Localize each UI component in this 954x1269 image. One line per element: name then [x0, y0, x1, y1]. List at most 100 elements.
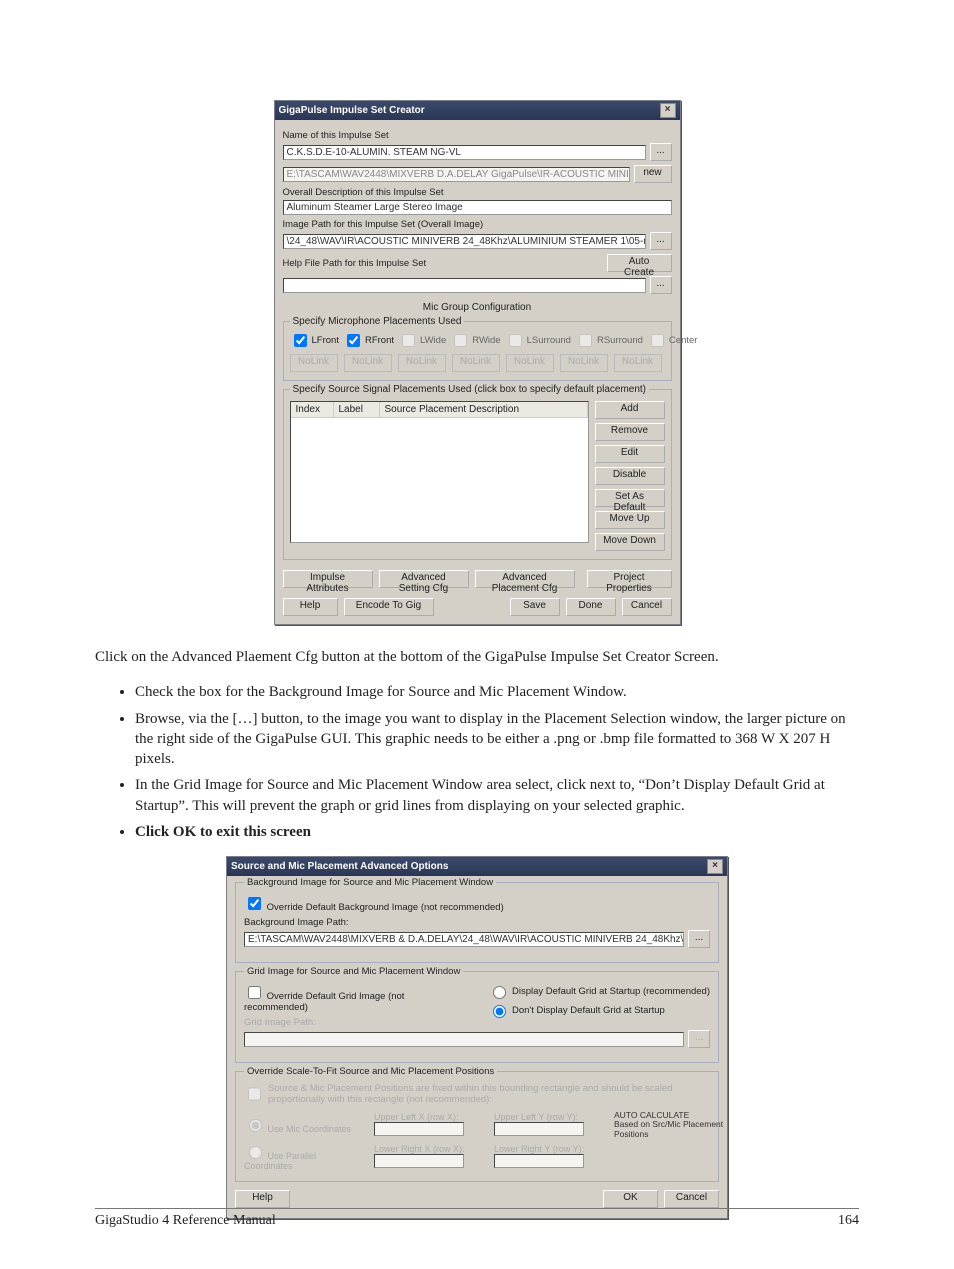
bg-path-label: Background Image Path: [244, 917, 710, 928]
body-text: Click on the Advanced Plaement Cfg butto… [95, 647, 859, 842]
dialog-title: Source and Mic Placement Advanced Option… [231, 861, 448, 872]
done-button[interactable]: Done [566, 598, 616, 616]
grid-path-field [244, 1032, 684, 1047]
auto-create-button[interactable]: Auto Create [607, 254, 672, 272]
cancel-button[interactable]: Cancel [664, 1190, 719, 1208]
check-lwide: LWide [398, 331, 446, 350]
bg-image-group: Background Image for Source and Mic Plac… [235, 882, 719, 963]
display-grid-radio[interactable]: Display Default Grid at Startup (recomme… [488, 983, 710, 999]
browse-button[interactable]: ... [650, 143, 672, 161]
override-grid-checkbox[interactable]: Override Default Grid Image (not recomme… [244, 991, 404, 1013]
list-item: Browse, via the […] button, to the image… [135, 709, 859, 770]
ulx-label: Upper Left X (row X): [374, 1112, 484, 1122]
check-center: Center [647, 331, 698, 350]
override-bg-checkbox[interactable]: Override Default Background Image (not r… [244, 902, 504, 913]
advanced-options-dialog: Source and Mic Placement Advanced Option… [226, 856, 728, 1219]
nolink-button: NoLink [398, 354, 446, 372]
adv-placement-button[interactable]: Advanced Placement Cfg [475, 570, 575, 588]
disable-button[interactable]: Disable [595, 467, 665, 485]
grid-image-legend: Grid Image for Source and Mic Placement … [244, 966, 463, 977]
bg-path-field[interactable]: E:\TASCAM\WAV2448\MIXVERB & D.A.DELAY\24… [244, 932, 684, 947]
add-button[interactable]: Add [595, 401, 665, 419]
lrx-field [374, 1154, 464, 1168]
cancel-button[interactable]: Cancel [622, 598, 672, 616]
close-icon[interactable]: × [707, 859, 723, 874]
ok-button[interactable]: OK [603, 1190, 658, 1208]
lry-field [494, 1154, 584, 1168]
nolink-button: NoLink [560, 354, 608, 372]
close-icon[interactable]: × [660, 103, 676, 118]
mic-group-title: Mic Group Configuration [283, 302, 672, 313]
titlebar: Source and Mic Placement Advanced Option… [227, 857, 727, 876]
col-index: Index [291, 402, 334, 417]
save-button[interactable]: Save [510, 598, 560, 616]
help-button[interactable]: Help [283, 598, 338, 616]
nolink-button: NoLink [452, 354, 500, 372]
nolink-button: NoLink [614, 354, 662, 372]
image-path-field[interactable]: \24_48\WAV\IR\ACOUSTIC MINIVERB 24_48Khz… [283, 234, 646, 249]
list-item: Click OK to exit this screen [135, 822, 859, 842]
col-desc: Source Placement Description [380, 402, 588, 417]
placement-table[interactable]: Index Label Source Placement Description [290, 401, 589, 543]
check-rfront[interactable]: RFront [343, 331, 394, 350]
image-browse-button[interactable]: ... [650, 232, 672, 250]
help-path-field[interactable] [283, 278, 646, 293]
col-label: Label [334, 402, 380, 417]
list-item: Check the box for the Background Image f… [135, 682, 859, 702]
grid-image-group: Grid Image for Source and Mic Placement … [235, 971, 719, 1063]
check-lfront[interactable]: LFront [290, 331, 339, 350]
footer-title: GigaStudio 4 Reference Manual [95, 1213, 276, 1229]
help-path-label: Help File Path for this Impulse Set [283, 258, 603, 269]
titlebar: GigaPulse Impulse Set Creator × [275, 101, 680, 120]
new-button[interactable]: new [634, 165, 672, 183]
move-down-button[interactable]: Move Down [595, 533, 665, 551]
dialog-title: GigaPulse Impulse Set Creator [279, 105, 425, 116]
help-button[interactable]: Help [235, 1190, 290, 1208]
set-default-button[interactable]: Set As Default [595, 489, 665, 507]
source-placement-group: Specify Source Signal Placements Used (c… [283, 389, 672, 560]
encode-button[interactable]: Encode To Gig [344, 598, 434, 616]
scale-override-checkbox: Source & Mic Placement Positions are fix… [244, 1083, 710, 1105]
impulse-set-creator-dialog: GigaPulse Impulse Set Creator × Name of … [274, 100, 681, 625]
scale-override-legend: Override Scale-To-Fit Source and Mic Pla… [244, 1066, 497, 1077]
page-footer: GigaStudio 4 Reference Manual 164 [95, 1208, 859, 1229]
bg-image-legend: Background Image for Source and Mic Plac… [244, 877, 496, 888]
mic-placement-legend: Specify Microphone Placements Used [290, 316, 465, 327]
check-rwide: RWide [450, 331, 500, 350]
name-field[interactable]: C.K.S.D.E-10-ALUMIN. STEAM NG-VL [283, 145, 646, 160]
use-mic-coord-radio: Use Mic Coordinates [244, 1116, 364, 1134]
scale-override-group: Override Scale-To-Fit Source and Mic Pla… [235, 1071, 719, 1182]
auto-calc-hint: Based on Src/Mic Placement Positions [614, 1120, 724, 1139]
mic-placement-group: Specify Microphone Placements Used LFron… [283, 321, 672, 381]
page-number: 164 [838, 1213, 859, 1229]
desc-field[interactable]: Aluminum Steamer Large Stereo Image [283, 200, 672, 215]
grid-path-label: Grid Image Path: [244, 1017, 458, 1028]
list-item: In the Grid Image for Source and Mic Pla… [135, 775, 859, 816]
project-props-button[interactable]: Project Properties [587, 570, 672, 588]
source-placement-legend: Specify Source Signal Placements Used (c… [290, 384, 650, 395]
remove-button[interactable]: Remove [595, 423, 665, 441]
paragraph: Click on the Advanced Plaement Cfg butto… [95, 647, 859, 667]
dont-display-grid-radio[interactable]: Don't Display Default Grid at Startup [488, 1002, 710, 1018]
edit-button[interactable]: Edit [595, 445, 665, 463]
move-up-button[interactable]: Move Up [595, 511, 665, 529]
uly-field [494, 1122, 584, 1136]
check-lsurround: LSurround [505, 331, 571, 350]
grid-browse-button: ... [688, 1030, 710, 1048]
path-field: E:\TASCAM\WAV2448\MIXVERB D.A.DELAY Giga… [283, 167, 630, 182]
uly-label: Upper Left Y (row Y): [494, 1112, 604, 1122]
check-rsurround: RSurround [575, 331, 643, 350]
use-parallel-coord-radio: Use Parallel Coordinates [244, 1143, 364, 1171]
adv-setting-button[interactable]: Advanced Setting Cfg [379, 570, 469, 588]
ulx-field [374, 1122, 464, 1136]
lry-label: Lower Right Y (row Y): [494, 1144, 604, 1154]
bg-browse-button[interactable]: ... [688, 930, 710, 948]
nolink-button: NoLink [506, 354, 554, 372]
desc-label: Overall Description of this Impulse Set [283, 187, 672, 198]
image-path-label: Image Path for this Impulse Set (Overall… [283, 219, 672, 230]
help-browse-button[interactable]: ... [650, 276, 672, 294]
impulse-attrs-button[interactable]: Impulse Attributes [283, 570, 373, 588]
nolink-button: NoLink [290, 354, 338, 372]
lrx-label: Lower Right X (row X): [374, 1144, 484, 1154]
name-label: Name of this Impulse Set [283, 130, 672, 141]
